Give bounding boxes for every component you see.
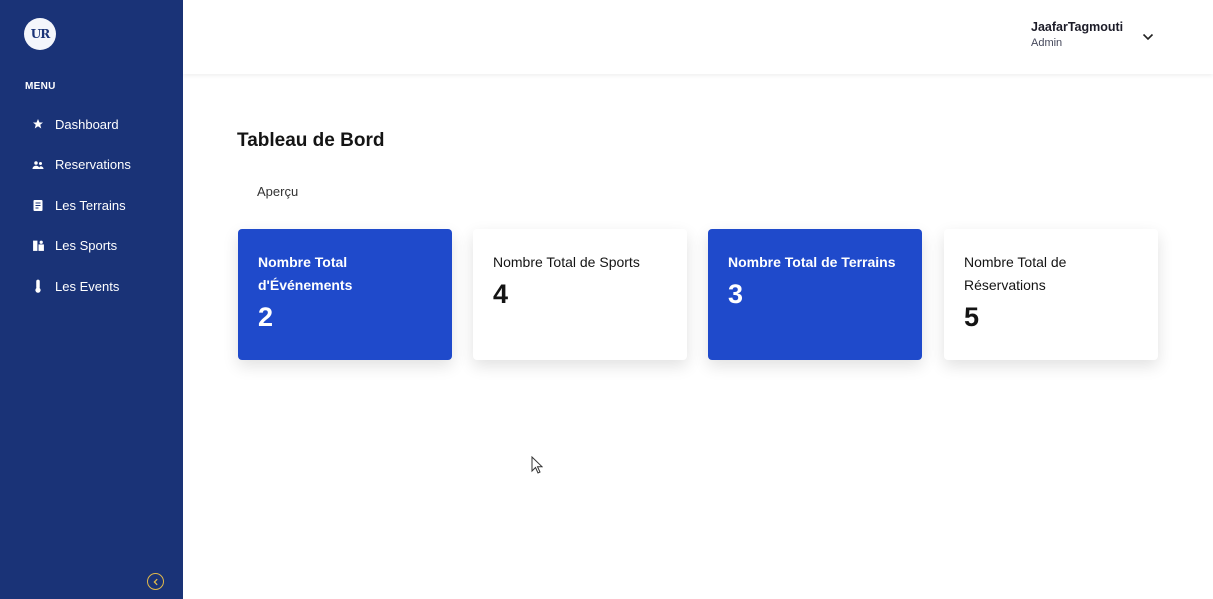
star-icon bbox=[31, 117, 45, 131]
card-value: 2 bbox=[258, 302, 274, 332]
card-label: Nombre Total bbox=[258, 254, 348, 270]
app-logo[interactable]: UR bbox=[24, 18, 56, 50]
card-label: Nombre Total de Sports bbox=[493, 254, 640, 270]
stat-card-events: Nombre Total d'Événements 2 bbox=[238, 229, 452, 360]
chevron-left-circle-icon bbox=[152, 573, 160, 591]
stat-card-terrains: Nombre Total de Terrains 3 bbox=[708, 229, 922, 360]
card-value: 3 bbox=[728, 279, 744, 309]
thermometer-icon bbox=[31, 279, 45, 293]
sidebar-item-les-terrains[interactable]: Les Terrains bbox=[0, 185, 183, 226]
sidebar-item-label: Les Terrains bbox=[55, 197, 126, 213]
sidebar-item-les-events[interactable]: Les Events bbox=[0, 266, 183, 307]
user-role: Admin bbox=[1031, 37, 1063, 49]
menu-heading: MENU bbox=[25, 81, 56, 92]
sidebar-item-les-sports[interactable]: Les Sports bbox=[0, 226, 183, 267]
collapse-sidebar-button[interactable] bbox=[147, 573, 164, 590]
sidebar-item-label: Dashboard bbox=[55, 116, 119, 132]
sidebar: UR MENU Dashboard Reservations Les Terra… bbox=[0, 0, 183, 599]
stat-card-reservations: Nombre Total de Réservations 5 bbox=[944, 229, 1158, 360]
top-bar: JaafarTagmouti Admin bbox=[183, 0, 1213, 74]
page-title: Tableau de Bord bbox=[237, 130, 385, 151]
sidebar-item-dashboard[interactable]: Dashboard bbox=[0, 104, 183, 145]
sports-icon bbox=[31, 239, 45, 253]
card-label: Nombre Total de bbox=[964, 254, 1067, 270]
chevron-down-icon[interactable] bbox=[1142, 28, 1154, 46]
user-menu[interactable]: JaafarTagmouti Admin bbox=[1031, 19, 1123, 51]
stat-card-sports: Nombre Total de Sports 4 bbox=[473, 229, 687, 360]
card-label: Réservations bbox=[964, 277, 1046, 293]
tab-apercu[interactable]: Aperçu bbox=[257, 184, 298, 199]
user-name: JaafarTagmouti bbox=[1031, 20, 1124, 34]
sidebar-item-label: Reservations bbox=[55, 157, 131, 173]
sidebar-item-reservations[interactable]: Reservations bbox=[0, 145, 183, 186]
mouse-cursor-icon bbox=[531, 455, 544, 480]
sidebar-item-label: Les Sports bbox=[55, 238, 118, 254]
card-label: Nombre Total de Terrains bbox=[728, 254, 896, 270]
card-label: d'Événements bbox=[258, 277, 353, 293]
sidebar-item-label: Les Events bbox=[55, 278, 120, 294]
card-value: 5 bbox=[964, 302, 980, 332]
sidebar-nav: Dashboard Reservations Les Terrains Les … bbox=[0, 104, 183, 307]
users-icon bbox=[31, 158, 45, 172]
card-value: 4 bbox=[493, 279, 509, 309]
clipboard-icon bbox=[31, 198, 45, 212]
